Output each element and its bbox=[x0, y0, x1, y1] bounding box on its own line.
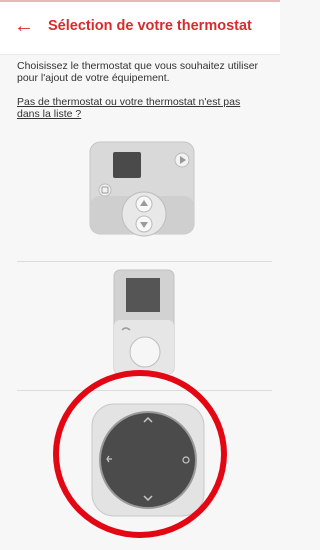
app-header: ← Sélection de votre thermostat bbox=[0, 0, 280, 54]
page-title: Sélection de votre thermostat bbox=[48, 18, 252, 34]
intro-text: Choisissez le thermostat que vous souhai… bbox=[17, 60, 259, 84]
header-top-line bbox=[0, 0, 280, 2]
thermostat-option-2[interactable] bbox=[112, 268, 178, 378]
header-divider bbox=[0, 54, 280, 55]
not-listed-link[interactable]: Pas de thermostat ou votre thermostat n'… bbox=[17, 96, 257, 120]
thermostat-vertical-icon bbox=[113, 269, 175, 375]
thermostat-rectangular-icon bbox=[89, 141, 195, 237]
separator-2 bbox=[17, 390, 272, 391]
thermostat-round-dial-icon bbox=[91, 403, 205, 517]
separator-1 bbox=[17, 261, 272, 262]
back-arrow-icon[interactable]: ← bbox=[14, 15, 36, 37]
thermostat-option-3[interactable] bbox=[88, 400, 208, 520]
thermostat-option-1[interactable] bbox=[88, 138, 198, 240]
